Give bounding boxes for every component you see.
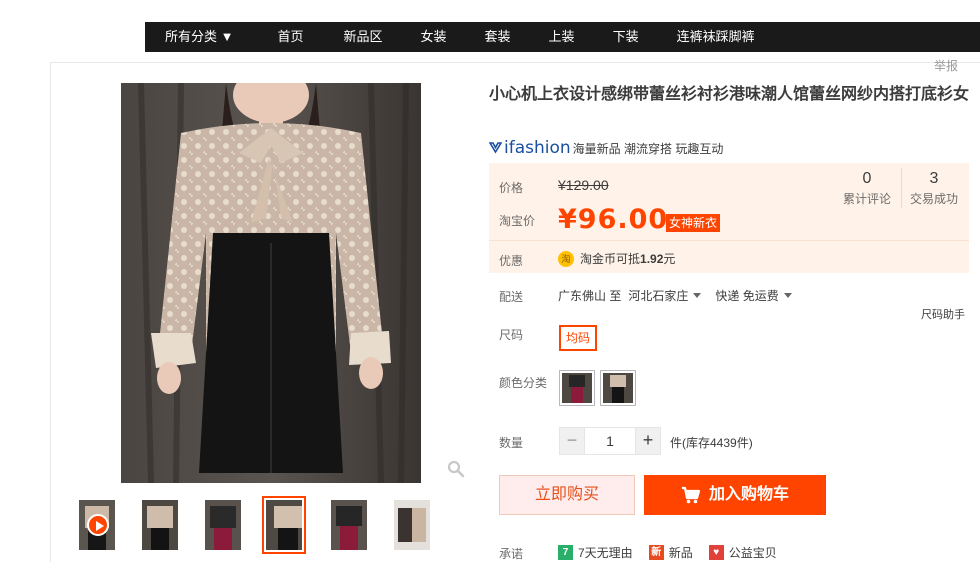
zoom-magnifier-icon[interactable] (447, 460, 465, 478)
add-to-cart-label: 加入购物车 (708, 486, 789, 503)
new-item-icon: 新 (648, 545, 664, 560)
price-panel-divider (489, 240, 969, 241)
thumbnail-2-image (142, 500, 178, 550)
brand-row: ifashion 海量新品 潮流穿搭 玩趣互动 (488, 138, 724, 158)
size-option-one-size[interactable]: 均码 (559, 325, 597, 351)
taojinbi-coin-icon: 淘 (558, 250, 574, 267)
color-label: 颜色分类 (499, 376, 548, 390)
original-price: ¥129.00 (558, 177, 609, 193)
review-count: 0 (862, 170, 872, 187)
chevron-down-icon (693, 293, 702, 298)
thumbnail-video[interactable] (79, 500, 115, 550)
sales-count-label: 交易成功 (909, 192, 958, 206)
category-nav-bar: 所有分类 ▼ 首页 新品区 女装 套装 上装 下装 连裤袜踩脚裤 (145, 22, 980, 52)
size-helper-link[interactable]: 尺码助手 (921, 306, 965, 322)
review-count-stat[interactable]: 0 累计评论 (842, 170, 892, 207)
promise-7-day-return[interactable]: 7 7天无理由 (558, 544, 633, 561)
color-option-2-swatch (603, 373, 633, 403)
brand-tagline: 海量新品 潮流穿搭 玩趣互动 (572, 141, 724, 156)
shipping-method-dropdown[interactable]: 快递 免运费 (715, 287, 792, 304)
nav-womens[interactable]: 女装 (421, 22, 447, 52)
price-label: 价格 (499, 181, 524, 195)
size-label: 尺码 (499, 328, 524, 342)
main-product-image[interactable] (121, 83, 421, 483)
add-to-cart-button[interactable]: 加入购物车 (644, 475, 826, 515)
delivery-label: 配送 (499, 290, 524, 304)
discount-label: 优惠 (499, 254, 524, 268)
nav-tops[interactable]: 上装 (549, 22, 575, 52)
stock-info: 件(库存4439件) (670, 436, 753, 450)
coupon-amount: 1.92 (640, 252, 664, 266)
sales-count: 3 (929, 170, 939, 187)
color-option-1[interactable] (559, 370, 595, 406)
thumbnail-4-selected[interactable] (262, 496, 306, 554)
ship-from: 广东佛山 至 (558, 289, 622, 303)
coupon-text: 淘金币可抵1.92元 (580, 252, 676, 266)
thumbnail-3-image (205, 500, 241, 550)
nav-tights[interactable]: 连裤袜踩脚裤 (677, 22, 755, 52)
buy-now-button[interactable]: 立即购买 (499, 475, 635, 515)
color-option-1-swatch (562, 373, 592, 403)
promise-label: 承诺 (499, 547, 524, 561)
nav-new-arrivals[interactable]: 新品区 (344, 22, 383, 52)
thumbnail-5[interactable] (331, 500, 367, 550)
ship-to-dropdown[interactable]: 河北石家庄 (628, 287, 702, 304)
promise-charity[interactable]: ♥ 公益宝贝 (708, 544, 777, 561)
service-promises: 7 7天无理由 新 新品 ♥ 公益宝贝 (558, 544, 793, 561)
charity-heart-icon: ♥ (708, 545, 724, 560)
promise-new-item[interactable]: 新 新品 (648, 544, 693, 561)
product-title: 小心机上衣设计感绑带蕾丝衫衬衫港味潮人馆蕾丝网纱内搭打底衫女 (489, 86, 970, 103)
thumbnail-2[interactable] (142, 500, 178, 550)
quantity-input[interactable]: 1 (585, 427, 635, 455)
shopping-cart-icon (681, 486, 701, 504)
thumbnail-5-image (331, 500, 367, 550)
review-count-label: 累计评论 (842, 192, 891, 206)
ifashion-logo[interactable]: ifashion (488, 138, 571, 158)
promise-new-item-text: 新品 (668, 546, 693, 560)
taobao-price-label: 淘宝价 (499, 214, 536, 228)
delivery-info: 广东佛山 至 河北石家庄 快递 免运费 (558, 287, 792, 304)
chevron-down-icon (783, 293, 792, 298)
thumbnail-3[interactable] (205, 500, 241, 550)
thumbnail-6-image (394, 500, 430, 550)
content-frame-top-border (50, 62, 980, 63)
brand-name: ifashion (504, 138, 571, 158)
product-photo-illustration (121, 83, 421, 483)
sales-count-stat: 3 交易成功 (908, 170, 960, 207)
quantity-stepper: − 1 + (559, 427, 661, 455)
quantity-label: 数量 (499, 436, 524, 450)
nav-all-categories[interactable]: 所有分类 ▼ (165, 22, 233, 52)
thumbnail-6[interactable] (394, 500, 430, 550)
thumbnail-4-image (266, 500, 302, 550)
content-frame-left-border (50, 62, 51, 562)
play-video-icon[interactable] (87, 514, 109, 536)
increase-quantity-button[interactable]: + (635, 427, 661, 455)
sale-price: ¥96.00 (558, 204, 669, 235)
color-option-2[interactable] (600, 370, 636, 406)
promise-charity-text: 公益宝贝 (728, 546, 777, 560)
promo-badge: 女神新衣 (666, 214, 721, 232)
ifashion-heart-icon (488, 142, 503, 154)
taojinbi-coupon: 淘 淘金币可抵1.92元 (558, 250, 675, 267)
nav-sets[interactable]: 套装 (485, 22, 511, 52)
seven-day-return-icon: 7 (558, 545, 573, 560)
nav-home[interactable]: 首页 (277, 22, 303, 52)
report-link[interactable]: 举报 (934, 57, 958, 74)
promise-7-day-return-text: 7天无理由 (578, 546, 633, 560)
decrease-quantity-button[interactable]: − (559, 427, 585, 455)
nav-bottoms[interactable]: 下装 (613, 22, 639, 52)
stat-separator (901, 168, 902, 208)
